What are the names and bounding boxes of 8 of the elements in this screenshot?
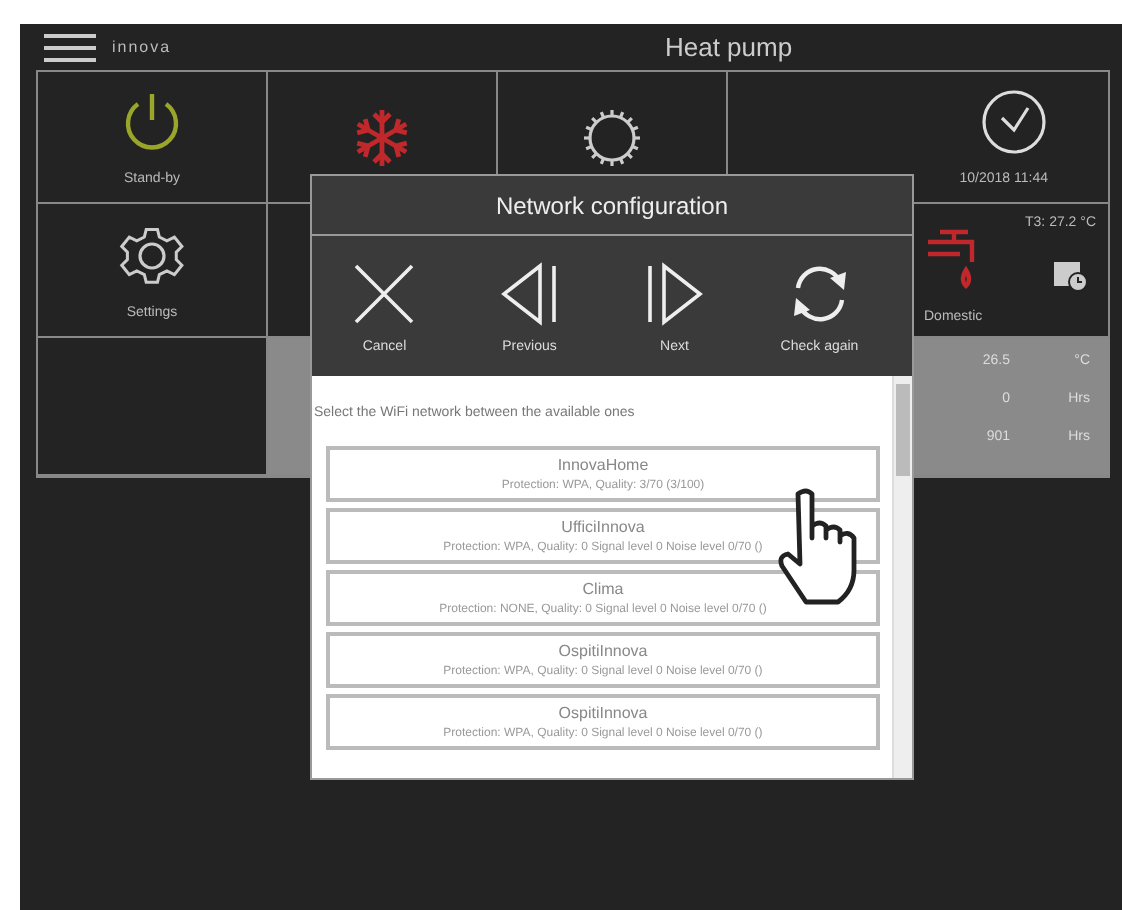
screen-title: Heat pump — [662, 32, 795, 62]
close-icon — [350, 259, 419, 327]
scrollbar[interactable] — [892, 376, 912, 778]
clock-icon — [980, 88, 1048, 156]
menu-icon[interactable] — [44, 33, 96, 61]
logo: innova — [112, 38, 172, 56]
dialog-title: Network configuration — [312, 176, 912, 236]
calendar-clock-icon — [1052, 256, 1088, 292]
